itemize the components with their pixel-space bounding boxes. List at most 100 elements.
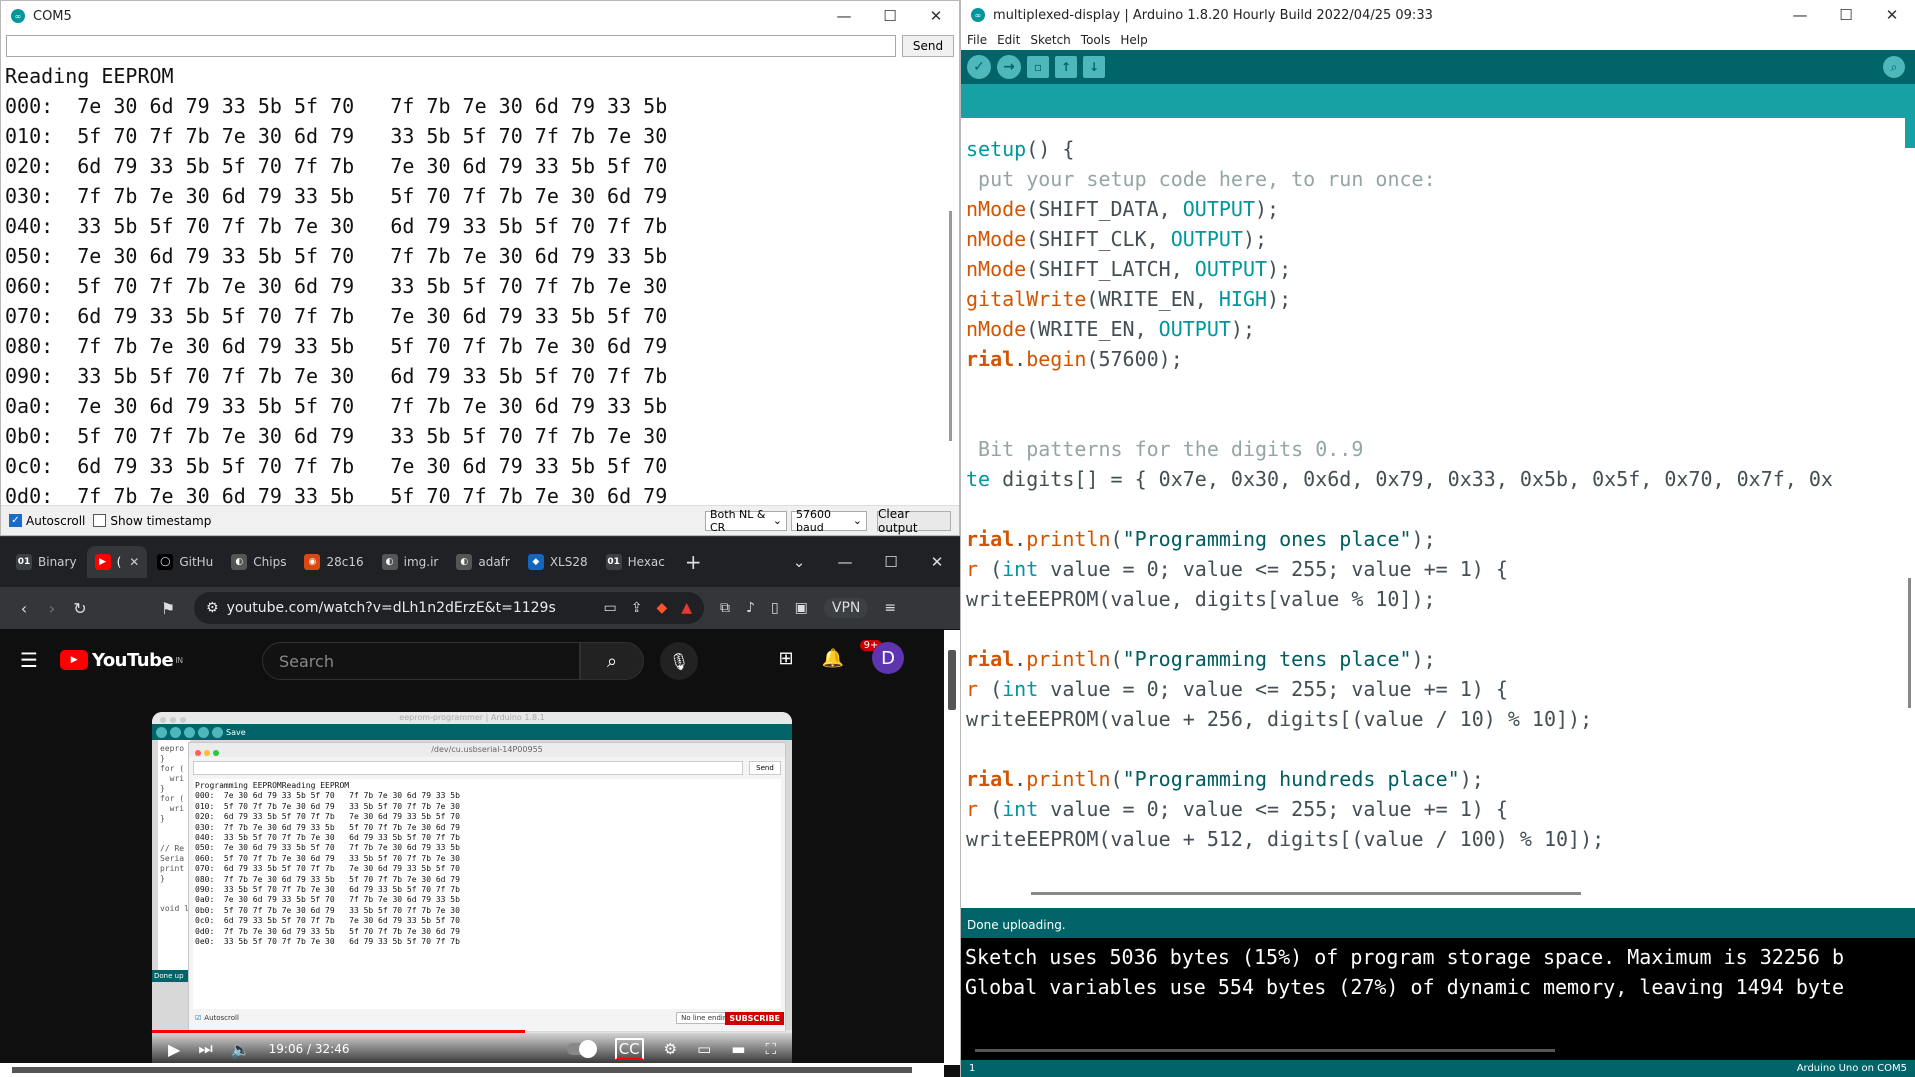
- new-tab-icon[interactable]: +: [685, 550, 702, 574]
- minimize-icon[interactable]: —: [1777, 6, 1823, 24]
- vpn-button[interactable]: VPN: [823, 598, 869, 618]
- music-icon[interactable]: ♪: [746, 600, 755, 616]
- serial-input[interactable]: [6, 35, 896, 57]
- serial-monitor-icon[interactable]: ⌕: [1883, 56, 1905, 78]
- line-ending-select[interactable]: Both NL & CR ⌄: [705, 508, 787, 534]
- browser-tab[interactable]: ◆ XLS28: [520, 546, 596, 578]
- youtube-logo[interactable]: ▶ YouTube IN: [59, 650, 183, 671]
- console-scrollbar[interactable]: [975, 1049, 1555, 1052]
- menu-edit[interactable]: Edit: [997, 33, 1020, 47]
- hamburger-icon[interactable]: ☰: [20, 648, 38, 672]
- close-icon[interactable]: ✕: [914, 553, 960, 571]
- extensions-icon[interactable]: ⧉: [720, 600, 730, 616]
- browser-tab[interactable]: ◉ 28c16: [296, 546, 371, 578]
- play-icon[interactable]: ▶: [168, 1040, 180, 1059]
- video-arduino-title: eeprom-programmer | Arduino 1.8.1: [399, 713, 545, 722]
- browser-tab[interactable]: ▶ (✕: [86, 546, 148, 578]
- sidebar-icon[interactable]: ▯: [771, 600, 779, 616]
- close-icon[interactable]: ✕: [1869, 6, 1915, 24]
- subscribe-watermark[interactable]: SUBSCRIBE: [725, 1012, 784, 1025]
- new-sketch-icon[interactable]: ▫: [1027, 56, 1049, 78]
- clear-output-button[interactable]: Clear output: [877, 507, 951, 535]
- tab-search-icon[interactable]: ⌄: [776, 553, 822, 571]
- serial-input-row: Send: [6, 35, 954, 59]
- wallet-icon[interactable]: ▣: [795, 600, 808, 616]
- verify-icon[interactable]: ✓: [967, 55, 991, 79]
- video-sketch-code: eepro } for ( wri } for ( wri } // Re Se…: [158, 740, 190, 970]
- menu-help[interactable]: Help: [1120, 33, 1147, 47]
- video-line: 0b0: 5f 70 7f 7b 7e 30 6d 79 33 5b 5f 70…: [195, 905, 460, 915]
- video-done-status: Done up: [152, 970, 188, 982]
- maximize-icon[interactable]: ☐: [867, 7, 913, 25]
- upload-icon[interactable]: →: [997, 55, 1021, 79]
- settings-icon[interactable]: ⚙: [664, 1040, 677, 1058]
- ide-toolbar: ✓ → ▫ ↑ ↓ ⌕: [961, 50, 1915, 84]
- browser-tab[interactable]: 01 Binary: [8, 546, 85, 578]
- bookmark-icon[interactable]: ⚑: [154, 599, 182, 618]
- window-title: COM5: [33, 8, 72, 24]
- brave-shield-icon[interactable]: ◆: [656, 600, 667, 616]
- tab-label: 28c16: [326, 555, 364, 569]
- minimize-icon[interactable]: —: [821, 7, 867, 25]
- address-bar[interactable]: ⚙ youtube.com/watch?v=dLh1n2dErzE&t=1129…: [194, 592, 704, 624]
- cast-icon[interactable]: ▭: [603, 600, 616, 616]
- baud-select[interactable]: 57600 baud ⌄: [791, 508, 867, 534]
- volume-icon[interactable]: 🔈: [231, 1040, 251, 1059]
- browser-tab[interactable]: ◯ GitHu: [149, 546, 221, 578]
- code-editor[interactable]: setup() { put your setup code here, to r…: [961, 118, 1905, 886]
- video-player[interactable]: eeprom-programmer | Arduino 1.8.1 Save e…: [152, 712, 792, 1066]
- menu-sketch[interactable]: Sketch: [1030, 33, 1070, 47]
- autoscroll-checkbox[interactable]: ✓ Autoscroll: [9, 514, 85, 528]
- search-input[interactable]: Search: [262, 642, 580, 680]
- microphone-icon[interactable]: 🎙: [660, 642, 698, 680]
- save-icon[interactable]: ↓: [1083, 56, 1105, 78]
- rewards-icon[interactable]: ▲: [681, 600, 692, 616]
- ide-titlebar: ∞ multiplexed-display | Arduino 1.8.20 H…: [961, 0, 1915, 30]
- miniplayer-icon[interactable]: ▭: [697, 1040, 711, 1058]
- theater-mode-icon[interactable]: ▬: [731, 1040, 745, 1058]
- video-serial-title: /dev/cu.usbserial-14P00955: [431, 745, 543, 754]
- ide-footer: 1 Arduino Uno on COM5: [961, 1060, 1915, 1077]
- create-video-icon[interactable]: ⊞: [778, 648, 793, 669]
- close-icon[interactable]: ✕: [913, 7, 959, 25]
- menu-tools[interactable]: Tools: [1081, 33, 1111, 47]
- maximize-icon[interactable]: ☐: [868, 553, 914, 571]
- browser-window: 01 Binary ▶ (✕ ◯ GitHu ◐ Chips ◉ 28c16 ◐ img.ir ◐ ada…: [0, 536, 960, 1077]
- browser-tab[interactable]: ◐ adafr: [448, 546, 517, 578]
- serial-line: 060: 5f 70 7f 7b 7e 30 6d 79 33 5b 5f 70…: [5, 274, 668, 298]
- autoscroll-label: Autoscroll: [26, 513, 86, 528]
- avatar[interactable]: D: [872, 642, 904, 674]
- open-icon[interactable]: ↑: [1055, 56, 1077, 78]
- browser-tab[interactable]: 01 Hexac: [598, 546, 673, 578]
- maximize-icon[interactable]: ☐: [1823, 6, 1869, 24]
- browser-tab[interactable]: ◐ Chips: [223, 546, 294, 578]
- menu-icon[interactable]: ≡: [884, 600, 896, 616]
- tab-favicon-icon: 01: [605, 554, 622, 570]
- browser-hscrollbar[interactable]: [0, 1063, 944, 1077]
- editor-hscrollbar[interactable]: [961, 886, 1905, 900]
- forward-icon[interactable]: ›: [38, 599, 66, 618]
- autoplay-toggle[interactable]: [566, 1040, 597, 1058]
- page-scrollbar[interactable]: [944, 630, 960, 1065]
- fullscreen-icon[interactable]: ⛶: [765, 1040, 776, 1058]
- serial-titlebar: ∞ COM5 — ☐ ✕: [1, 1, 959, 31]
- show-timestamp-checkbox[interactable]: Show timestamp: [93, 514, 211, 528]
- send-button[interactable]: Send: [902, 35, 954, 57]
- site-info-icon[interactable]: ⚙: [206, 600, 219, 616]
- menu-file[interactable]: File: [967, 33, 987, 47]
- serial-scrollbar[interactable]: [945, 61, 957, 507]
- video-line: 050: 7e 30 6d 79 33 5b 5f 70 7f 7b 7e 30…: [195, 843, 460, 853]
- captions-icon[interactable]: CC: [614, 1038, 644, 1060]
- editor-scrollbar[interactable]: [1905, 118, 1913, 886]
- serial-line: 0a0: 7e 30 6d 79 33 5b 5f 70 7f 7b 7e 30…: [5, 394, 668, 418]
- notifications-icon[interactable]: 🔔 9+: [822, 639, 883, 669]
- video-time: 19:06 / 32:46: [268, 1042, 350, 1056]
- minimize-icon[interactable]: —: [822, 553, 868, 571]
- reload-icon[interactable]: ↻: [66, 599, 94, 618]
- search-icon[interactable]: ⌕: [580, 642, 644, 680]
- share-icon[interactable]: ⇪: [631, 600, 643, 616]
- next-icon[interactable]: ⏭: [198, 1039, 212, 1059]
- browser-tab[interactable]: ◐ img.ir: [374, 546, 447, 578]
- back-icon[interactable]: ‹: [10, 599, 38, 618]
- close-tab-icon[interactable]: ✕: [129, 555, 139, 569]
